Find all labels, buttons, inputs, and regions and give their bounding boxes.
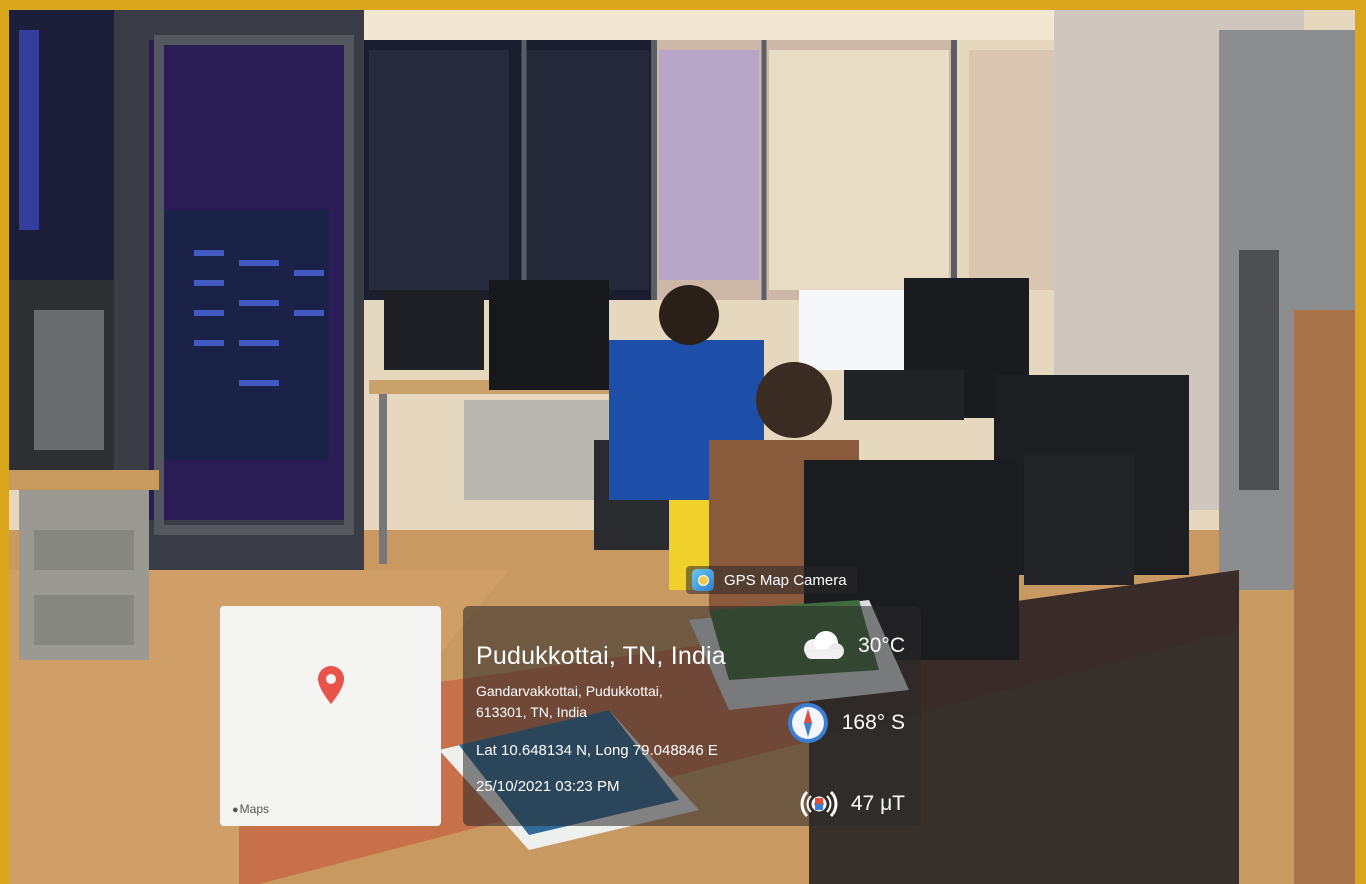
location-title: Pudukkottai, TN, India: [476, 642, 726, 670]
cloud-icon: [804, 631, 845, 659]
map-thumbnail[interactable]: ●Maps: [220, 606, 441, 826]
maps-brand-label: Maps: [239, 802, 269, 816]
camera-app-icon: [692, 569, 714, 591]
maps-attribution: ●Maps: [232, 802, 269, 816]
address-line-1: Gandarvakkottai, Pudukkottai,: [476, 683, 663, 699]
magnetic-value: 47 μT: [850, 792, 905, 815]
temperature-reading: 30°C: [798, 629, 905, 663]
direction-reading: 168° S: [786, 701, 905, 745]
office-photo: ●Maps GPS Map Camera Pudukkottai, TN, In…: [9, 10, 1355, 884]
timestamp: 25/10/2021 03:23 PM: [476, 778, 620, 795]
magnet-icon: [800, 790, 838, 818]
app-tag: GPS Map Camera: [686, 566, 857, 594]
address-line-2: 613301, TN, India: [476, 704, 588, 720]
apple-icon: ●: [232, 804, 239, 816]
app-name: GPS Map Camera: [724, 571, 847, 589]
temperature-value: 30°C: [858, 634, 905, 657]
magnetic-field-reading: 47 μT: [799, 784, 905, 824]
direction-value: 168° S: [841, 711, 905, 734]
map-pin-icon: [318, 666, 344, 704]
photo-frame: ●Maps GPS Map Camera Pudukkottai, TN, In…: [0, 0, 1366, 884]
coordinates: Lat 10.648134 N, Long 79.048846 E: [476, 742, 718, 759]
location-info-card: Pudukkottai, TN, India Gandarvakkottai, …: [463, 606, 921, 826]
compass-icon: [787, 703, 828, 743]
